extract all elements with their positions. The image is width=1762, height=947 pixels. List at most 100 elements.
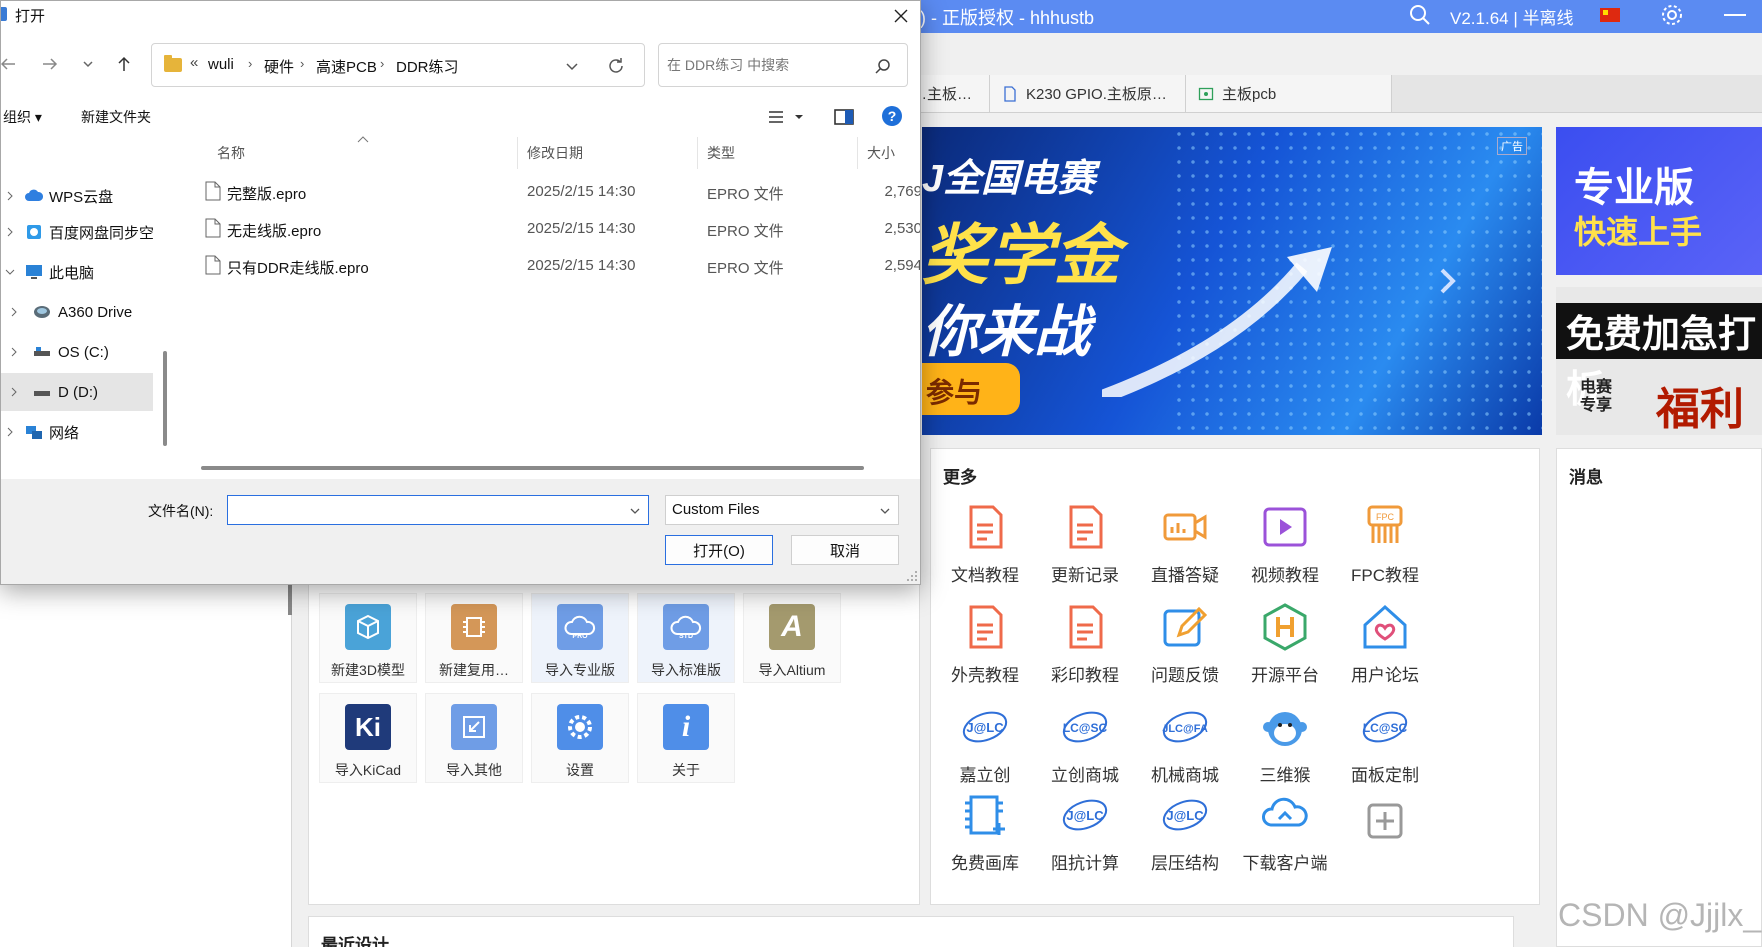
chevron-right-icon[interactable] (5, 227, 15, 237)
nav-item-this-pc[interactable]: 此电脑 (1, 253, 153, 291)
chevron-down-icon[interactable] (5, 267, 15, 277)
nav-item-wps-cloud[interactable]: WPS云盘 (1, 177, 153, 215)
import-std-button[interactable]: STD 导入标准版 (637, 593, 735, 683)
breadcrumb-hardware[interactable]: 硬件 (264, 56, 294, 77)
open-source-platform-button[interactable]: 开源平台 (1235, 601, 1335, 691)
search-input[interactable] (667, 54, 867, 76)
column-header-size[interactable]: 大小 (867, 143, 895, 163)
recent-locations-button[interactable] (73, 49, 103, 79)
arrow-right-icon (43, 58, 58, 70)
file-type-select[interactable]: Custom Files (665, 495, 899, 525)
file-row[interactable]: 只有DDR走线版.epro 2025/2/15 14:30 EPRO 文件 2,… (177, 249, 920, 283)
import-other-button[interactable]: 导入其他 (425, 693, 523, 783)
quick-action-label: 导入Altium (758, 662, 826, 678)
add-shortcut-button[interactable] (1335, 795, 1435, 885)
download-client-button[interactable]: 下载客户端 (1235, 789, 1335, 879)
nav-item-drive-c[interactable]: OS (C:) (1, 333, 153, 371)
about-button[interactable]: i 关于 (637, 693, 735, 783)
free-library-button[interactable]: 免费画库 (935, 789, 1035, 879)
tab-k230-gpio[interactable]: K230 GPIO.主板原… (990, 75, 1186, 112)
cancel-button[interactable]: 取消 (791, 535, 899, 565)
breadcrumb-overflow[interactable]: « (190, 54, 198, 71)
filename-input[interactable] (232, 498, 612, 522)
dialog-titlebar[interactable]: 打开 (1, 1, 920, 31)
new-reuse-block-button[interactable]: 新建复用… (425, 593, 523, 683)
settings-button[interactable]: 设置 (531, 693, 629, 783)
search-icon[interactable] (873, 56, 893, 76)
update-log-button[interactable]: 更新记录 (1035, 501, 1135, 591)
pro-quickstart-card[interactable]: 专业版 快速上手 (1556, 127, 1762, 275)
file-row[interactable]: 完整版.epro 2025/2/15 14:30 EPRO 文件 2,769 (177, 175, 920, 209)
resize-grip-icon[interactable] (905, 569, 919, 583)
nav-item-network[interactable]: 网络 (1, 413, 153, 451)
nav-item-baidu-netdisk[interactable]: 百度网盘同步空 (1, 213, 154, 251)
banner-line1: J全国电赛 (922, 158, 1096, 200)
import-altium-button[interactable]: A 导入Altium (743, 593, 841, 683)
impedance-calculator-button[interactable]: J@LC 阻抗计算 (1035, 789, 1135, 879)
back-button[interactable] (1, 49, 23, 79)
nav-item-drive-d[interactable]: D (D:) (1, 373, 153, 411)
search-icon[interactable] (1408, 3, 1432, 27)
refresh-icon[interactable] (606, 56, 626, 76)
jlc-button[interactable]: J@LC 嘉立创 (935, 701, 1035, 791)
column-divider[interactable] (697, 137, 698, 169)
search-box[interactable] (658, 43, 908, 87)
nav-pane-scrollbar[interactable] (163, 351, 167, 446)
minimize-icon[interactable] (1724, 14, 1746, 16)
feedback-button[interactable]: 问题反馈 (1135, 601, 1235, 691)
forward-button[interactable] (35, 49, 65, 79)
address-bar[interactable]: « wuli › 硬件 › 高速PCB › DDR练习 (151, 43, 645, 87)
video-tutorial-button[interactable]: 视频教程 (1235, 501, 1335, 591)
file-row[interactable]: 无走线版.epro 2025/2/15 14:30 EPRO 文件 2,530 (177, 212, 920, 246)
column-header-date[interactable]: 修改日期 (527, 143, 583, 163)
chevron-down-icon[interactable] (628, 504, 642, 518)
chevron-right-icon[interactable] (9, 347, 19, 357)
user-forum-button[interactable]: 用户论坛 (1335, 601, 1435, 691)
lcsc-mall-button[interactable]: LC@SC 立创商城 (1035, 701, 1135, 791)
close-button[interactable] (881, 3, 920, 29)
chevron-right-icon[interactable] (5, 191, 15, 201)
horizontal-scrollbar[interactable] (201, 466, 864, 470)
column-divider[interactable] (517, 137, 518, 169)
breadcrumb-ddr-practice[interactable]: DDR练习 (396, 56, 459, 77)
3d-monkey-button[interactable]: 三维猴 (1235, 701, 1335, 791)
filename-combobox[interactable] (227, 495, 649, 525)
help-icon[interactable]: ? (881, 105, 903, 127)
stackup-button[interactable]: J@LC 层压结构 (1135, 789, 1235, 879)
open-button[interactable]: 打开(O) (665, 535, 773, 565)
fpc-tutorial-button[interactable]: FPC FPC教程 (1335, 501, 1435, 591)
flag-icon[interactable] (1600, 8, 1620, 22)
view-options-icon[interactable] (767, 107, 807, 127)
chevron-right-icon[interactable] (5, 427, 15, 437)
column-divider[interactable] (857, 137, 858, 169)
live-qa-button[interactable]: 直播答疑 (1135, 501, 1235, 591)
import-kicad-button[interactable]: Ki 导入KiCad (319, 693, 417, 783)
breadcrumb-wuli[interactable]: wuli (208, 56, 234, 73)
panel-customization-button[interactable]: LC@SC 面板定制 (1335, 701, 1435, 791)
breadcrumb-separator[interactable]: › (248, 56, 252, 71)
mechanical-mall-button[interactable]: JLC@FA 机械商城 (1135, 701, 1235, 791)
new-3d-model-button[interactable]: 新建3D模型 (319, 593, 417, 683)
chevron-right-icon[interactable] (9, 307, 19, 317)
new-folder-button[interactable]: 新建文件夹 (81, 107, 151, 127)
breadcrumb-separator[interactable]: › (380, 56, 384, 71)
enclosure-tutorial-button[interactable]: 外壳教程 (935, 601, 1035, 691)
nav-item-a360-drive[interactable]: A360 Drive (1, 293, 153, 331)
color-print-tutorial-button[interactable]: 彩印教程 (1035, 601, 1135, 691)
up-button[interactable] (109, 49, 139, 79)
chevron-right-icon[interactable] (9, 387, 19, 397)
free-rush-pcb-card[interactable]: 免费加急打板 电赛专享 福利 (1556, 287, 1762, 435)
doc-tutorial-button[interactable]: 文档教程 (935, 501, 1035, 591)
organize-button[interactable]: 组织 ▾ (3, 107, 42, 127)
tab-board-pcb[interactable]: 主板pcb (1186, 75, 1392, 112)
gear-icon[interactable] (1660, 3, 1684, 27)
chevron-right-icon[interactable] (1436, 266, 1460, 296)
column-header-name[interactable]: 名称 (217, 143, 245, 163)
import-pro-button[interactable]: PRO 导入专业版 (531, 593, 629, 683)
chevron-down-icon[interactable] (562, 56, 582, 76)
column-header-type[interactable]: 类型 (707, 143, 735, 163)
breadcrumb-high-speed-pcb[interactable]: 高速PCB (316, 56, 377, 77)
banner-cta-button[interactable]: 参与 (922, 363, 1020, 415)
preview-pane-icon[interactable] (833, 107, 855, 127)
breadcrumb-separator[interactable]: › (300, 56, 304, 71)
